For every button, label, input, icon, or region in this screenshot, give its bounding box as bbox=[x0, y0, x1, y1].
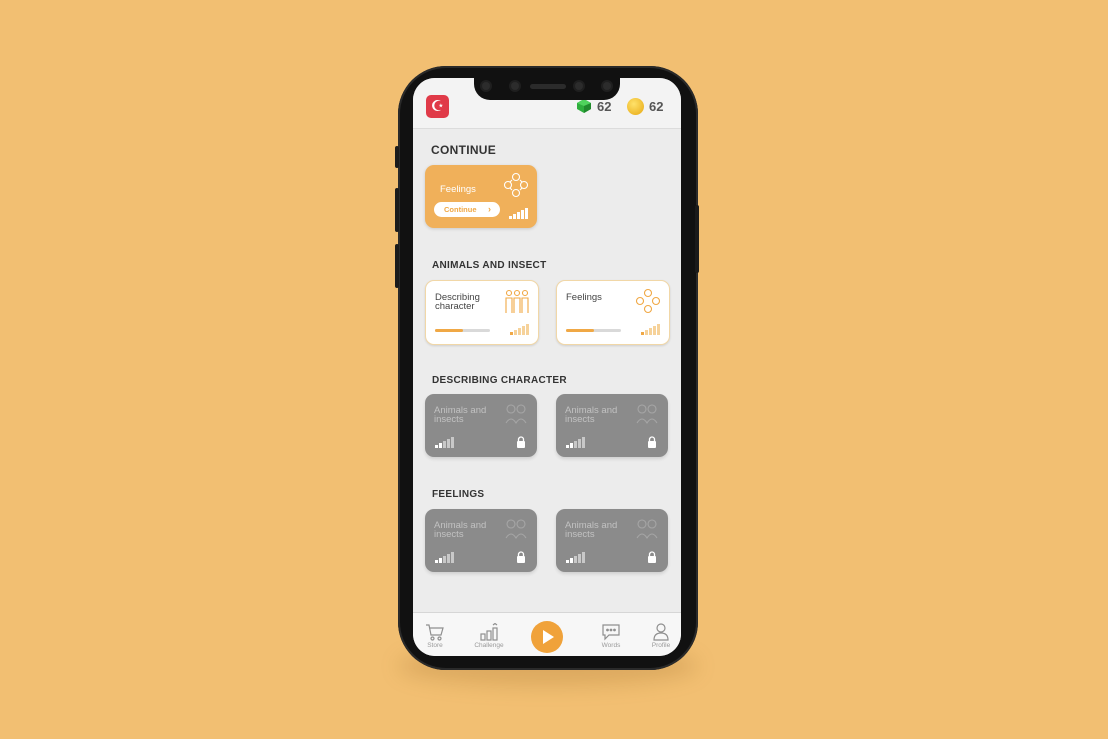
section-title: DESCRIBING CHARACTER bbox=[432, 375, 567, 386]
emotions-icon bbox=[503, 172, 529, 198]
play-icon bbox=[543, 630, 554, 644]
locked-lesson-card[interactable]: Animals and insects bbox=[556, 509, 668, 572]
camera-icon bbox=[603, 82, 611, 90]
nav-words[interactable]: Words bbox=[591, 623, 631, 649]
continue-button[interactable]: Continue › bbox=[434, 202, 500, 217]
nav-profile[interactable]: Profile bbox=[641, 623, 681, 649]
level-bars-icon bbox=[435, 552, 454, 563]
lock-icon bbox=[517, 551, 525, 563]
bottom-nav: Store Challenge Words Profile bbox=[413, 612, 681, 656]
card-title: Describing character bbox=[435, 292, 480, 312]
phone-side-button bbox=[395, 244, 399, 288]
progress-bar bbox=[435, 329, 490, 332]
phone-side-button bbox=[395, 188, 399, 232]
level-bars-icon bbox=[566, 437, 585, 448]
chevron-right-icon: › bbox=[488, 204, 491, 214]
people-icon bbox=[505, 289, 529, 313]
level-bars-icon bbox=[566, 552, 585, 563]
chat-bubble-icon bbox=[602, 624, 620, 641]
user-icon bbox=[653, 623, 669, 641]
speaker-grille bbox=[530, 84, 566, 89]
cart-icon bbox=[426, 624, 444, 641]
level-bars-icon bbox=[641, 324, 660, 335]
challenge-chart-icon bbox=[480, 623, 498, 641]
nav-label: Words bbox=[601, 642, 621, 649]
card-title: Animals and insects bbox=[565, 405, 618, 425]
lesson-card[interactable]: Feelings bbox=[556, 280, 670, 345]
nav-challenge[interactable]: Challenge bbox=[469, 623, 509, 649]
locked-lesson-card[interactable]: Animals and insects bbox=[425, 394, 537, 457]
nav-store[interactable]: Store bbox=[415, 623, 455, 649]
phone-side-button bbox=[395, 146, 399, 168]
section-title: ANIMALS AND INSECT bbox=[432, 260, 547, 271]
locked-lesson-card[interactable]: Animals and insects bbox=[556, 394, 668, 457]
coin-icon bbox=[627, 98, 644, 115]
animals-icon bbox=[505, 404, 527, 425]
section-title-continue: CONTINUE bbox=[431, 143, 497, 157]
emotions-icon bbox=[635, 288, 661, 314]
lock-icon bbox=[648, 436, 656, 448]
phone-notch bbox=[474, 78, 620, 100]
level-bars-icon bbox=[510, 324, 529, 335]
card-title: Animals and insects bbox=[565, 520, 618, 540]
camera-icon bbox=[482, 82, 490, 90]
card-title: Animals and insects bbox=[434, 520, 487, 540]
progress-fill bbox=[435, 329, 463, 332]
progress-bar bbox=[566, 329, 621, 332]
play-button[interactable] bbox=[531, 621, 563, 653]
lock-icon bbox=[648, 551, 656, 563]
lock-icon bbox=[517, 436, 525, 448]
card-title: Animals and insects bbox=[434, 405, 487, 425]
section-title: FEELINGS bbox=[432, 489, 485, 500]
nav-label: Challenge bbox=[474, 642, 504, 649]
level-bars-icon bbox=[435, 437, 454, 448]
app-screen: ☪ 62 62 CONTINUE Feelings Continue › ANI… bbox=[413, 78, 681, 656]
locked-lesson-card[interactable]: Animals and insects bbox=[425, 509, 537, 572]
sensor-icon bbox=[575, 82, 583, 90]
continue-card[interactable]: Feelings Continue › bbox=[425, 165, 537, 228]
animals-icon bbox=[636, 519, 658, 540]
progress-fill bbox=[566, 329, 594, 332]
turkey-flag-icon[interactable]: ☪ bbox=[426, 95, 449, 118]
lesson-card[interactable]: Describing character bbox=[425, 280, 539, 345]
phone-side-button bbox=[695, 205, 699, 273]
sensor-icon bbox=[511, 82, 519, 90]
animals-icon bbox=[505, 519, 527, 540]
nav-label: Store bbox=[427, 642, 443, 649]
card-title: Feelings bbox=[440, 184, 476, 195]
card-title: Feelings bbox=[566, 292, 602, 303]
continue-button-label: Continue bbox=[444, 205, 477, 214]
gem-count: 62 bbox=[597, 99, 612, 114]
nav-label: Profile bbox=[651, 642, 671, 649]
coin-count: 62 bbox=[649, 99, 664, 114]
animals-icon bbox=[636, 404, 658, 425]
level-bars-icon bbox=[509, 208, 528, 219]
gem-icon bbox=[577, 99, 591, 113]
